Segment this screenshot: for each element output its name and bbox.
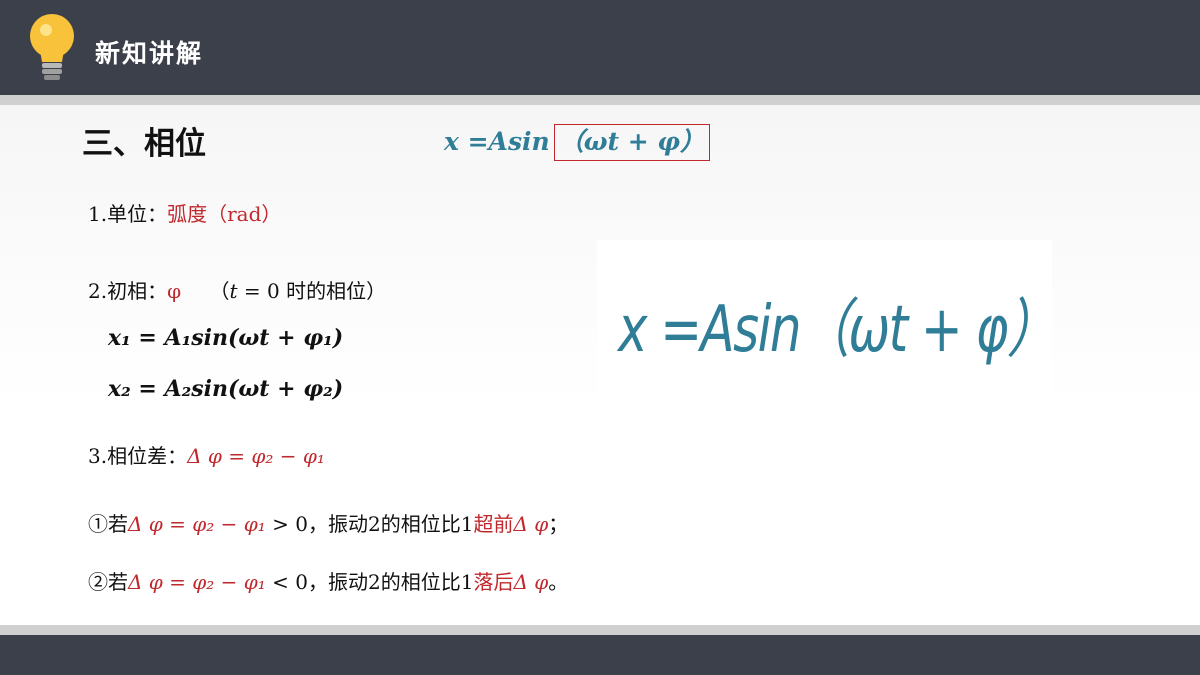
case-2-prefix: ②若 — [88, 570, 128, 594]
initial-phase-symbol: φ — [167, 279, 182, 303]
case-2-line: ②若Δ φ = φ₂ − φ₁ < 0，振动2的相位比1落后Δ φ。 — [88, 566, 568, 595]
initial-phase-note-rest: = 0 时的相位） — [237, 279, 387, 303]
case-2-suffix-expr: Δ φ — [513, 570, 549, 594]
big-formula: x =Asin（ωt + φ） — [618, 293, 1057, 367]
formula-top-prefix: x =Asin — [444, 127, 550, 156]
unit-value: 弧度（rad） — [167, 202, 282, 226]
case-1-end: ； — [548, 512, 569, 536]
unit-label: 1.单位： — [88, 202, 168, 226]
phase-diff-line: 3.相位差：Δ φ = φ₂ − φ₁ — [88, 440, 325, 469]
phase-diff-label: 3.相位差： — [88, 444, 188, 468]
section-title: 三、相位 — [82, 126, 206, 162]
header-stripe — [0, 95, 1200, 105]
unit-line: 1.单位：弧度（rad） — [88, 198, 281, 227]
case-1-suffix-expr: Δ φ — [513, 512, 549, 536]
lightbulb-icon — [30, 14, 74, 80]
equation-2: x₂ = A₂sin(ωt + φ₂) — [108, 376, 344, 402]
case-1-expr: Δ φ = φ₂ − φ₁ — [128, 512, 266, 536]
formula-top-boxed: （ωt + φ） — [553, 124, 711, 161]
case-2-keyword: 落后 — [473, 570, 514, 594]
case-2-expr: Δ φ = φ₂ − φ₁ — [128, 570, 266, 594]
footer-stripe — [0, 625, 1200, 635]
initial-phase-label: 2.初相： — [88, 279, 168, 303]
case-1-keyword: 超前 — [473, 512, 514, 536]
initial-phase-note-t: t — [229, 279, 238, 303]
header-title: 新知讲解 — [95, 39, 204, 68]
case-2-cond: < 0，振动2的相位比1 — [265, 570, 474, 594]
formula-top: x =Asin （ωt + φ） — [444, 122, 711, 161]
equation-1: x₁ = A₁sin(ωt + φ₁) — [108, 325, 344, 351]
case-1-cond: > 0，振动2的相位比1 — [265, 512, 474, 536]
phase-diff-expr: Δ φ = φ₂ − φ₁ — [187, 444, 325, 468]
footer-bar — [0, 635, 1200, 675]
initial-phase-line: 2.初相：φ （t = 0 时的相位） — [88, 275, 386, 304]
initial-phase-note-open: （ — [209, 279, 230, 303]
case-2-end: 。 — [548, 570, 569, 594]
case-1-line: ①若Δ φ = φ₂ − φ₁ > 0，振动2的相位比1超前Δ φ； — [88, 508, 568, 537]
case-1-prefix: ①若 — [88, 512, 128, 536]
